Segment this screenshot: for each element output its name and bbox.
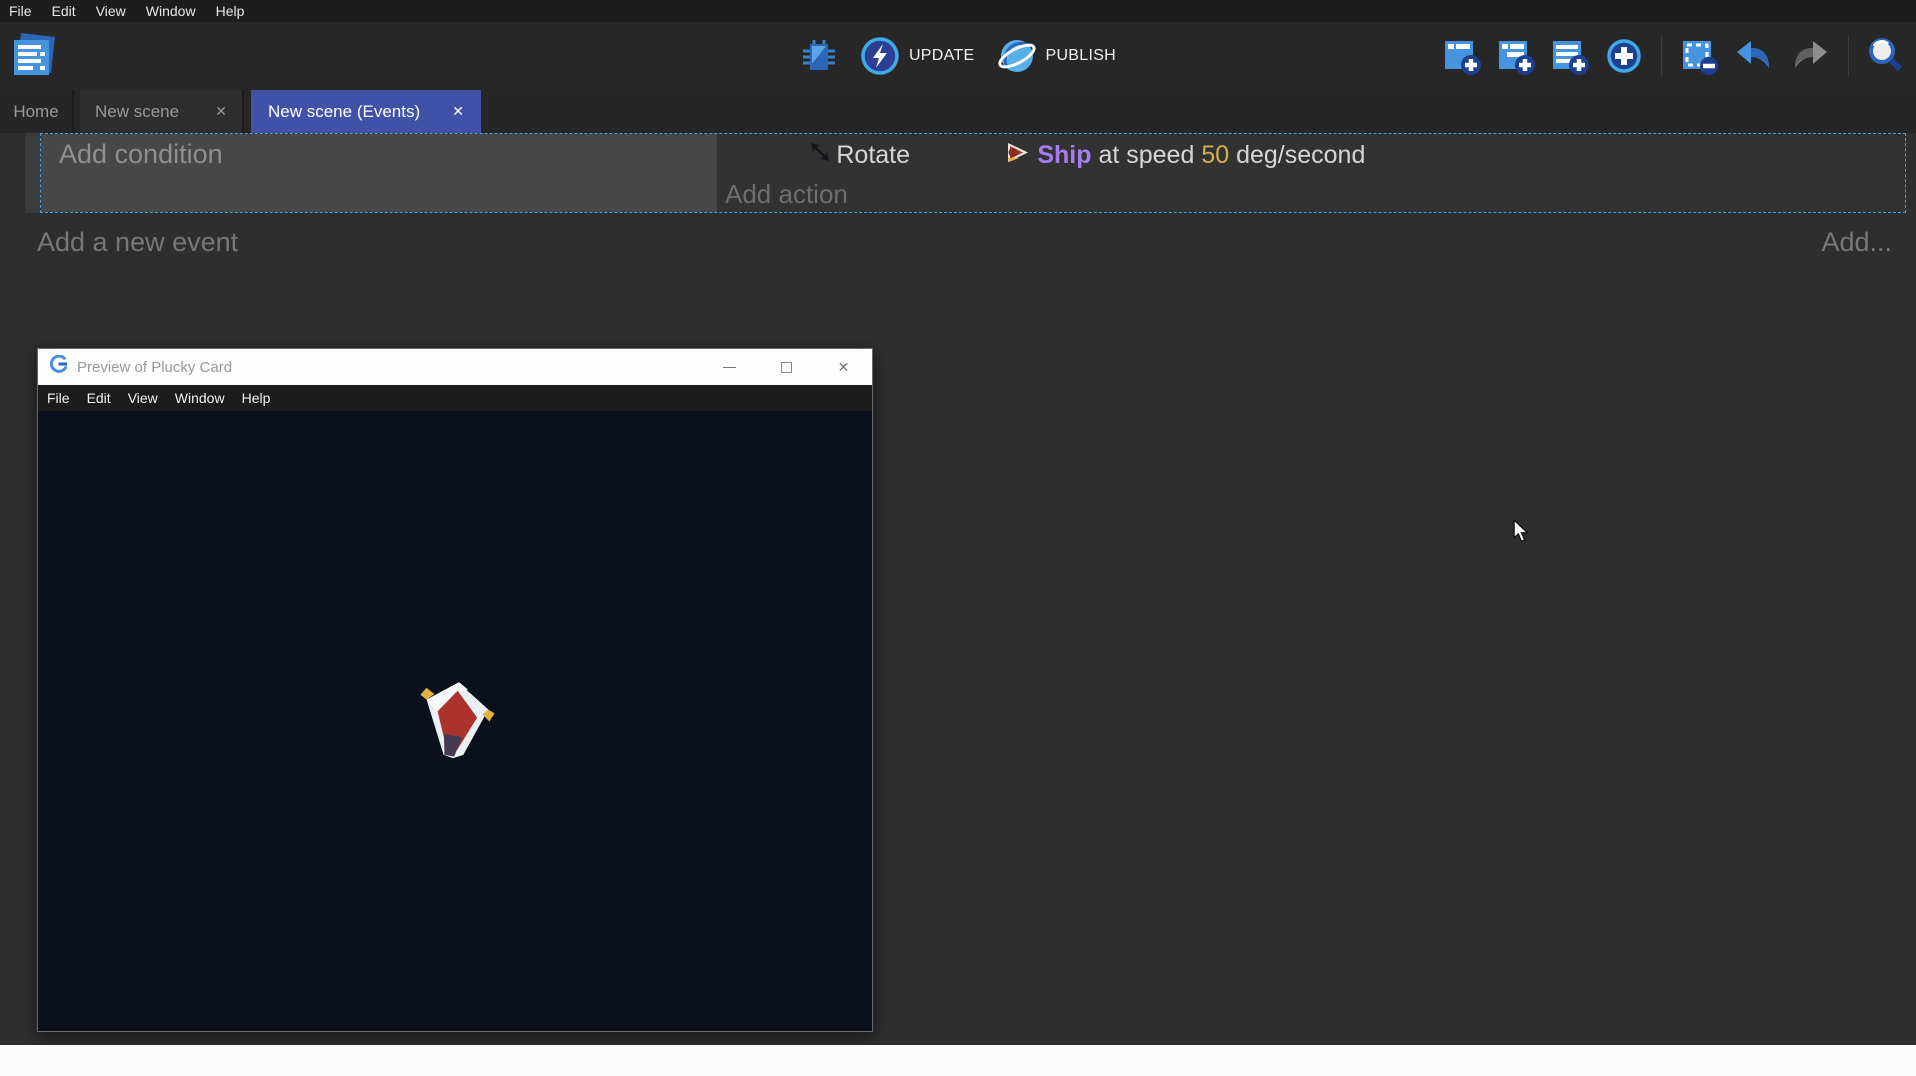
menu-window[interactable]: Window [146, 3, 196, 19]
game-canvas[interactable] [38, 411, 872, 1031]
toolbar-separator [1848, 35, 1849, 77]
debugger-icon[interactable] [800, 37, 838, 75]
publish-globe-icon [996, 36, 1036, 76]
add-subevent-icon[interactable] [1496, 36, 1536, 76]
menu-help[interactable]: Help [216, 3, 245, 19]
maximize-button[interactable] [758, 349, 815, 385]
add-new-event-row: Add a new event Add... [25, 222, 1906, 262]
search-events-icon[interactable] [1866, 36, 1906, 76]
action-speed-value: 50 [1201, 141, 1229, 170]
update-lightning-icon [860, 36, 900, 76]
action-verb: Rotate [836, 141, 917, 170]
action-unit: deg/second [1229, 141, 1365, 170]
close-icon: ✕ [838, 359, 850, 376]
tab-new-scene-label: New scene [95, 102, 179, 122]
window-controls: ✕ [701, 349, 872, 385]
events-sheet-icon [10, 31, 58, 79]
add-new-event-placeholder[interactable]: Add a new event [37, 227, 238, 258]
remove-selection-icon[interactable] [1679, 36, 1719, 76]
redo-icon[interactable] [1789, 36, 1831, 76]
add-action-placeholder[interactable]: Add action [723, 176, 1899, 214]
conditions-column[interactable]: Add condition [41, 134, 717, 212]
preview-titlebar[interactable]: Preview of Plucky Card ✕ [38, 349, 872, 385]
add-event-button[interactable]: Add... [1821, 227, 1892, 258]
add-condition-placeholder[interactable]: Add condition [59, 139, 699, 170]
action-rotate[interactable]: Rotate Ship at speed 50 deg/second [723, 135, 1899, 176]
events-sheet: Add condition Rotate [0, 133, 1916, 1076]
update-label: UPDATE [909, 47, 975, 65]
tab-new-scene[interactable]: New scene ✕ [80, 90, 244, 133]
choose-add-event-icon[interactable] [1604, 36, 1644, 76]
preview-menu-window[interactable]: Window [175, 390, 225, 406]
selected-event[interactable]: Add condition Rotate [40, 133, 1906, 213]
event-row: Add condition Rotate [25, 133, 1906, 213]
tab-home-label: Home [13, 102, 58, 122]
toolbar-separator [1661, 35, 1662, 77]
menu-file[interactable]: File [9, 3, 32, 19]
tab-home[interactable]: Home [0, 90, 74, 133]
mouse-cursor [1510, 519, 1532, 548]
undo-icon[interactable] [1733, 36, 1775, 76]
gdevelop-logo-icon [50, 355, 69, 379]
action-object-name: Ship [1037, 141, 1091, 170]
bottom-strip [0, 1045, 1916, 1076]
close-icon[interactable]: ✕ [215, 103, 227, 120]
add-event-icon[interactable] [1442, 36, 1482, 76]
preview-menu-help[interactable]: Help [242, 390, 271, 406]
main-toolbar: UPDATE PUBLISH [0, 22, 1916, 90]
preview-menu-edit[interactable]: Edit [87, 390, 111, 406]
close-button[interactable]: ✕ [815, 349, 872, 385]
tab-new-scene-events[interactable]: New scene (Events) ✕ [251, 90, 481, 133]
ship-object-thumbnail-icon [922, 111, 1030, 201]
close-icon[interactable]: ✕ [452, 103, 464, 120]
actions-column: Rotate Ship at speed 50 deg/second [717, 134, 1905, 212]
add-comment-icon[interactable] [1550, 36, 1590, 76]
minimize-button[interactable] [701, 349, 758, 385]
preview-menu-file[interactable]: File [47, 390, 70, 406]
publish-label: PUBLISH [1045, 47, 1116, 65]
preview-menubar: File Edit View Window Help [38, 385, 872, 411]
event-drag-handle[interactable] [25, 133, 40, 213]
preview-window-title: Preview of Plucky Card [77, 359, 701, 376]
publish-button[interactable]: PUBLISH [996, 36, 1116, 76]
update-button[interactable]: UPDATE [860, 36, 975, 76]
menu-view[interactable]: View [96, 3, 126, 19]
action-connector: at speed [1092, 141, 1202, 170]
preview-menu-view[interactable]: View [128, 390, 158, 406]
minimize-icon [723, 367, 736, 368]
tab-new-scene-events-label: New scene (Events) [268, 102, 420, 122]
preview-window: Preview of Plucky Card ✕ File Edit View … [37, 348, 873, 1032]
menu-edit[interactable]: Edit [52, 3, 76, 19]
maximize-icon [781, 362, 792, 373]
ship-sprite [414, 679, 496, 766]
app-menubar: File Edit View Window Help [0, 0, 1916, 22]
